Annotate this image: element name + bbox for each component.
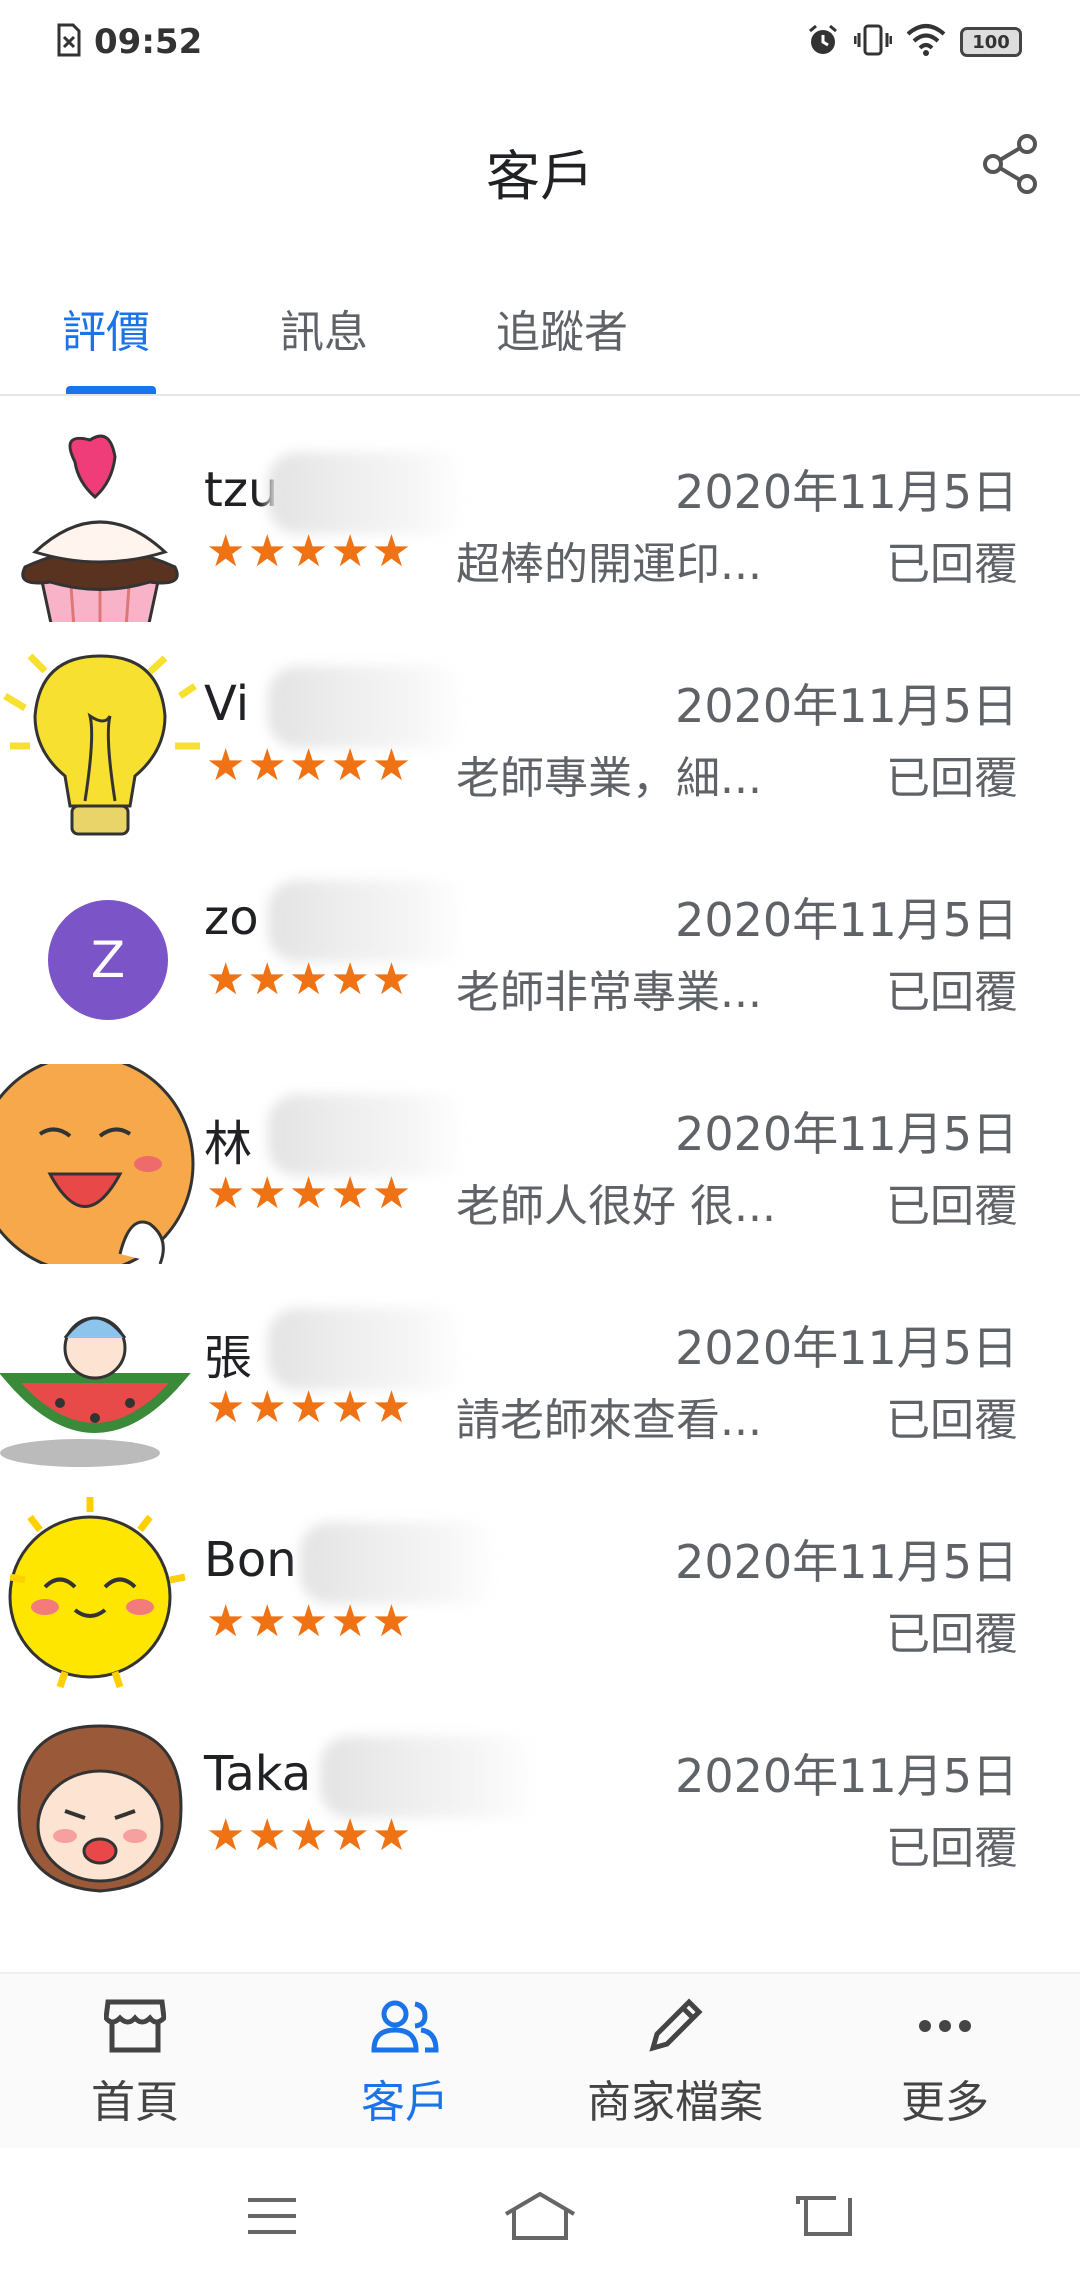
review-date: 2020年11月5日 — [675, 1107, 1018, 1161]
back-icon — [796, 2194, 852, 2242]
avatar-lightbulb — [0, 636, 200, 836]
star-rating: ★★★★★ — [206, 740, 414, 791]
tab-indicator — [66, 386, 156, 394]
nav-label: 客戶 — [361, 2077, 449, 2128]
review-row[interactable]: Bon 2020年11月5日 ★★★★★ 已回覆 — [0, 1470, 1080, 1689]
star-rating: ★★★★★ — [206, 1596, 414, 1647]
name-blur — [268, 880, 468, 962]
customers-icon — [370, 1994, 440, 2058]
name-blur — [268, 666, 468, 748]
home-button[interactable] — [500, 2188, 580, 2248]
review-snippet: 老師專業，細... — [456, 753, 762, 804]
customer-name: Bon — [204, 1532, 297, 1588]
nav-business-profile[interactable]: 商家檔案 — [540, 1994, 810, 2134]
reply-status: 已回覆 — [886, 967, 1018, 1018]
sim-error-icon — [56, 23, 82, 61]
review-date: 2020年11月5日 — [675, 679, 1018, 733]
edit-profile-icon — [640, 1994, 710, 2058]
battery-icon: 100 — [960, 27, 1022, 57]
status-time: 09:52 — [94, 22, 203, 62]
review-snippet: 請老師來查看... — [456, 1395, 762, 1446]
star-rating: ★★★★★ — [206, 1168, 414, 1219]
name-blur — [320, 1736, 540, 1818]
review-snippet: 老師人很好 很... — [456, 1181, 776, 1232]
avatar-girl — [0, 1706, 200, 1896]
vibrate-icon — [853, 23, 893, 61]
menu-button[interactable] — [232, 2188, 312, 2248]
review-date: 2020年11月5日 — [675, 1535, 1018, 1589]
reply-status: 已回覆 — [886, 1609, 1018, 1660]
tab-reviews[interactable]: 評價 — [62, 296, 150, 360]
alarm-icon — [806, 23, 840, 61]
customer-name: Vi — [204, 676, 250, 732]
review-date: 2020年11月5日 — [675, 465, 1018, 519]
review-snippet: 老師非常專業... — [456, 967, 762, 1018]
nav-home[interactable]: 首頁 — [0, 1994, 270, 2134]
reply-status: 已回覆 — [886, 1823, 1018, 1874]
customer-name: 林 — [204, 1116, 253, 1172]
star-rating: ★★★★★ — [206, 954, 414, 1005]
reply-status: 已回覆 — [886, 1181, 1018, 1232]
review-row[interactable]: 林 2020年11月5日 ★★★★★ 老師人很好 很... 已回覆 — [0, 1042, 1080, 1274]
review-row[interactable]: Z zo 2020年11月5日 ★★★★★ 老師非常專業... 已回覆 — [0, 828, 1080, 1042]
store-icon — [100, 1994, 170, 2058]
page-title: 客戶 — [486, 145, 594, 208]
more-icon — [910, 1994, 980, 2058]
star-rating: ★★★★★ — [206, 1382, 414, 1433]
home-icon — [504, 2191, 576, 2244]
nav-more[interactable]: 更多 — [810, 1994, 1080, 2134]
review-row[interactable]: 張 2020年11月5日 ★★★★★ 請老師來查看... 已回覆 — [0, 1256, 1080, 1470]
star-rating: ★★★★★ — [206, 526, 414, 577]
nav-label: 商家檔案 — [587, 2077, 763, 2128]
review-date: 2020年11月5日 — [675, 893, 1018, 947]
review-date: 2020年11月5日 — [675, 1321, 1018, 1375]
review-row[interactable]: Vi 2020年11月5日 ★★★★★ 老師專業，細... 已回覆 — [0, 614, 1080, 836]
review-snippet: 超棒的開運印... — [456, 539, 762, 590]
status-right: 100 — [806, 20, 1022, 64]
bottom-nav: 首頁 客戶 商家檔案 更多 — [0, 1972, 1080, 2148]
share-icon — [980, 132, 1040, 200]
back-button[interactable] — [784, 2188, 864, 2248]
name-blur — [268, 452, 468, 534]
review-date: 2020年11月5日 — [675, 1749, 1018, 1803]
status-bar: 09:52 100 — [0, 0, 1080, 84]
name-blur — [268, 1308, 468, 1390]
nav-label: 更多 — [901, 2077, 989, 2128]
avatar-orange-face — [0, 1054, 200, 1274]
tab-messages[interactable]: 訊息 — [280, 296, 368, 360]
review-row[interactable]: tzu 2020年11月5日 ★★★★★ 超棒的開運印... 已回覆 — [0, 400, 1080, 660]
name-blur — [300, 1522, 500, 1604]
avatar-sun — [0, 1492, 200, 1689]
customer-name: 張 — [204, 1330, 253, 1386]
tab-followers[interactable]: 追蹤者 — [496, 296, 628, 360]
avatar-cupcake — [0, 400, 200, 660]
name-blur — [268, 1094, 468, 1176]
nav-label: 首頁 — [91, 2077, 179, 2128]
avatar-letter: Z — [48, 900, 168, 1020]
system-nav — [0, 2148, 1080, 2280]
share-button[interactable] — [974, 130, 1046, 202]
reply-status: 已回覆 — [886, 539, 1018, 590]
review-row[interactable]: Taka 2020年11月5日 ★★★★★ 已回覆 — [0, 1684, 1080, 1898]
tab-bar: 評價 訊息 追蹤者 — [0, 280, 1080, 396]
app-bar: 客戶 — [0, 100, 1080, 240]
reply-status: 已回覆 — [886, 1395, 1018, 1446]
customer-name: zo — [204, 890, 259, 946]
wifi-icon — [906, 23, 946, 61]
avatar-watermelon — [0, 1278, 200, 1468]
customer-name: Taka — [204, 1746, 312, 1802]
menu-icon — [246, 2196, 298, 2240]
review-list[interactable]: tzu 2020年11月5日 ★★★★★ 超棒的開運印... 已回覆 Vi 20… — [0, 400, 1080, 1972]
reply-status: 已回覆 — [886, 753, 1018, 804]
status-left: 09:52 — [56, 20, 202, 64]
nav-customers[interactable]: 客戶 — [270, 1994, 540, 2134]
star-rating: ★★★★★ — [206, 1810, 414, 1861]
